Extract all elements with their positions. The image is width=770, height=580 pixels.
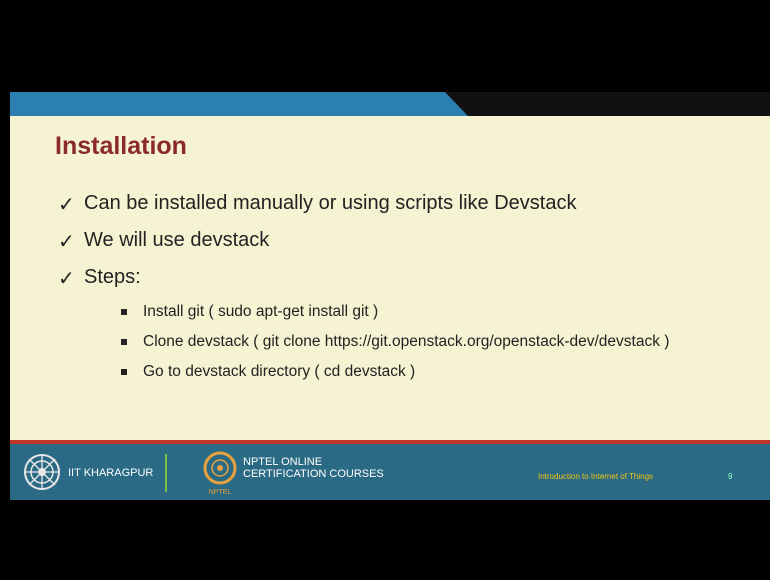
nptel-line-1: NPTEL ONLINE: [243, 456, 323, 468]
bullet-item: ✓ Steps:: [58, 266, 758, 291]
step-item: Go to devstack directory ( cd devstack ): [121, 361, 758, 382]
step-text: Go to devstack directory ( cd devstack ): [143, 363, 416, 380]
square-bullet-icon: [121, 309, 127, 315]
checkmark-icon: ✓: [58, 194, 75, 216]
nptel-line-2: CERTIFICATION COURSES: [243, 468, 384, 480]
iit-kharagpur-logo-icon: [24, 454, 60, 490]
step-text: Clone devstack ( git clone https://git.o…: [143, 333, 670, 350]
steps-list: Install git ( sudo apt-get install git )…: [121, 301, 758, 382]
top-band: [10, 92, 770, 116]
square-bullet-icon: [121, 339, 127, 345]
checkmark-icon: ✓: [58, 268, 75, 290]
slide-footer: IIT KHARAGPUR NPTEL NPTEL ONLINE CERTIFI…: [10, 444, 770, 500]
slide-title: Installation: [55, 132, 187, 160]
institute-name: IIT KHARAGPUR: [68, 467, 154, 479]
nptel-text: NPTEL ONLINE CERTIFICATION COURSES: [243, 456, 384, 480]
bullet-list: ✓ Can be installed manually or using scr…: [58, 192, 758, 391]
bullet-text: We will use devstack: [84, 229, 270, 251]
bullet-item: ✓ We will use devstack: [58, 229, 758, 254]
step-text: Install git ( sudo apt-get install git ): [143, 303, 379, 320]
step-item: Clone devstack ( git clone https://git.o…: [121, 331, 758, 352]
footer-separator: [165, 454, 167, 492]
bullet-text: Steps:: [84, 266, 141, 288]
page-number: 9: [728, 472, 733, 481]
nptel-small-label: NPTEL: [209, 489, 232, 496]
nptel-logo-icon: NPTEL: [203, 451, 237, 496]
checkmark-icon: ✓: [58, 231, 75, 253]
square-bullet-icon: [121, 369, 127, 375]
course-title: Introduction to Internet of Things: [538, 472, 654, 481]
bullet-text: Can be installed manually or using scrip…: [84, 192, 577, 214]
bullet-item: ✓ Can be installed manually or using scr…: [58, 192, 758, 217]
slide: Installation ✓ Can be installed manually…: [10, 92, 770, 500]
step-item: Install git ( sudo apt-get install git ): [121, 301, 758, 322]
